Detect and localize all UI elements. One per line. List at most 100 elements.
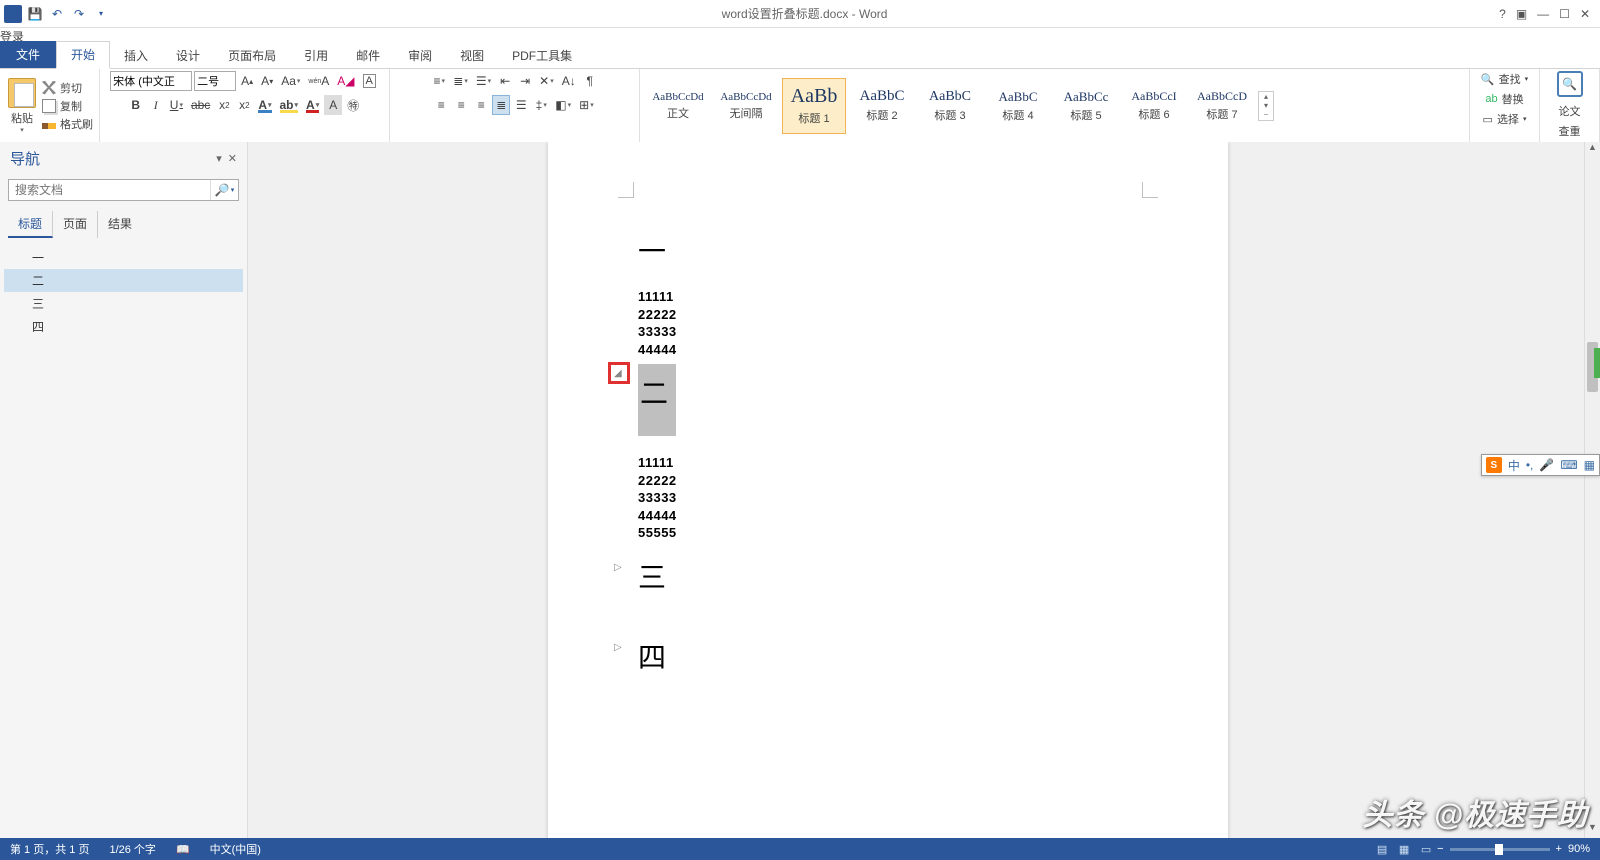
zoom-slider-knob[interactable]	[1495, 844, 1503, 855]
style-item[interactable]: AaBbC标题 2	[850, 78, 914, 134]
body-text[interactable]: 11111	[638, 454, 1138, 472]
qat-more-icon[interactable]: ▾	[92, 5, 110, 23]
ribbon-display-icon[interactable]: ▣	[1516, 7, 1527, 21]
expand-handle-icon[interactable]: ▷	[614, 642, 622, 653]
plagiarism-check-button[interactable]: 🔍 论文 查重	[1546, 71, 1593, 140]
asian-layout-button[interactable]: ✕▾	[536, 71, 557, 91]
zoom-slider[interactable]	[1450, 848, 1550, 851]
maximize-icon[interactable]: ☐	[1559, 7, 1570, 21]
style-item[interactable]: AaBbCcI标题 6	[1122, 78, 1186, 134]
zoom-out-button[interactable]: −	[1437, 843, 1443, 855]
align-center-button[interactable]: ≡	[452, 95, 470, 115]
nav-close-icon[interactable]: ✕	[228, 152, 237, 165]
show-hide-button[interactable]: ¶	[581, 71, 599, 91]
close-icon[interactable]: ✕	[1580, 7, 1590, 21]
font-size-input[interactable]	[194, 71, 236, 91]
tab-pdf[interactable]: PDF工具集	[498, 43, 586, 68]
zoom-in-button[interactable]: +	[1556, 843, 1562, 855]
tab-mailings[interactable]: 邮件	[342, 43, 394, 68]
text-effects-button[interactable]: A▾	[255, 95, 274, 115]
change-case-button[interactable]: Aa▾	[278, 71, 303, 91]
body-text[interactable]: 22222	[638, 472, 1138, 490]
scroll-up-icon[interactable]: ▲	[1585, 142, 1600, 158]
nav-heading-item[interactable]: 四	[4, 315, 243, 338]
body-text[interactable]: 44444	[638, 341, 1138, 359]
nav-heading-item[interactable]: 一	[4, 246, 243, 269]
view-read-icon[interactable]: ▤	[1371, 843, 1393, 856]
nav-heading-item[interactable]: 三	[4, 292, 243, 315]
heading-1[interactable]: 一	[638, 230, 1138, 270]
tab-references[interactable]: 引用	[290, 43, 342, 68]
nav-dropdown-icon[interactable]: ▾	[216, 152, 222, 165]
body-text[interactable]: 33333	[638, 489, 1138, 507]
ime-punct-button[interactable]: •,	[1526, 458, 1534, 472]
ime-voice-icon[interactable]: 🎤	[1539, 458, 1554, 472]
line-spacing-button[interactable]: ‡▾	[532, 95, 550, 115]
ime-lang-button[interactable]: 中	[1508, 457, 1520, 474]
collapse-handle-icon[interactable]: ◢	[614, 368, 622, 379]
body-text[interactable]: 44444	[638, 507, 1138, 525]
view-print-icon[interactable]: ▦	[1393, 843, 1415, 856]
help-icon[interactable]: ?	[1499, 7, 1506, 21]
nav-heading-item[interactable]: 二	[4, 269, 243, 292]
tab-review[interactable]: 审阅	[394, 43, 446, 68]
font-name-input[interactable]	[110, 71, 192, 91]
search-input[interactable]	[9, 180, 210, 200]
numbering-button[interactable]: ≣▾	[450, 71, 471, 91]
align-right-button[interactable]: ≡	[472, 95, 490, 115]
distributed-button[interactable]: ☰	[512, 95, 530, 115]
nav-tab-results[interactable]: 结果	[98, 211, 142, 238]
font-color-button[interactable]: A▾	[303, 95, 322, 115]
subscript-button[interactable]: x2	[215, 95, 233, 115]
strikethrough-button[interactable]: abc	[188, 95, 213, 115]
save-icon[interactable]: 💾	[26, 5, 44, 23]
shrink-font-button[interactable]: A▾	[258, 71, 276, 91]
body-text[interactable]: 55555	[638, 524, 1138, 542]
bold-button[interactable]: B	[127, 95, 145, 115]
heading-2[interactable]: 二	[640, 379, 668, 410]
zoom-level[interactable]: 90%	[1568, 843, 1590, 855]
find-button[interactable]: 🔍查找▾	[1481, 71, 1528, 87]
increase-indent-button[interactable]: ⇥	[516, 71, 534, 91]
highlight-button[interactable]: ab▾	[277, 95, 302, 115]
align-left-button[interactable]: ≡	[432, 95, 450, 115]
cut-button[interactable]: 剪切	[42, 80, 93, 96]
page-content[interactable]: 一 11111222223333344444 ◢ 二 1111122222333…	[548, 142, 1228, 734]
sogou-icon[interactable]: S	[1486, 457, 1502, 473]
style-item[interactable]: AaBbCcDd无间隔	[714, 78, 778, 134]
ime-toolbar[interactable]: S 中 •, 🎤 ⌨ ▦	[1481, 454, 1600, 476]
status-word-count[interactable]: 1/26 个字	[99, 841, 165, 857]
nav-tab-pages[interactable]: 页面	[53, 211, 98, 238]
zoom-control[interactable]: − + 90%	[1437, 843, 1600, 855]
style-item[interactable]: AaBbC标题 3	[918, 78, 982, 134]
style-item[interactable]: AaBb标题 1	[782, 78, 846, 134]
borders-button[interactable]: ⊞▾	[576, 95, 597, 115]
bullets-button[interactable]: ≡▾	[430, 71, 448, 91]
enclose-characters-button[interactable]: ㊕	[344, 95, 362, 115]
ime-keyboard-icon[interactable]: ⌨	[1560, 458, 1577, 472]
tab-insert[interactable]: 插入	[110, 43, 162, 68]
sort-button[interactable]: A↓	[559, 71, 579, 91]
minimize-icon[interactable]: —	[1537, 7, 1549, 21]
status-page[interactable]: 第 1 页，共 1 页	[0, 841, 99, 857]
style-item[interactable]: AaBbC标题 4	[986, 78, 1050, 134]
document-area[interactable]: 一 11111222223333344444 ◢ 二 1111122222333…	[248, 142, 1600, 838]
tab-design[interactable]: 设计	[162, 43, 214, 68]
tab-file[interactable]: 文件	[0, 41, 56, 68]
superscript-button[interactable]: x2	[235, 95, 253, 115]
heading-4[interactable]: 四	[638, 643, 666, 674]
grow-font-button[interactable]: A▴	[238, 71, 256, 91]
style-item[interactable]: AaBbCcD标题 7	[1190, 78, 1254, 134]
heading-3[interactable]: 三	[638, 563, 666, 594]
redo-icon[interactable]: ↷	[70, 5, 88, 23]
format-painter-button[interactable]: 格式刷	[42, 116, 93, 132]
body-text[interactable]: 22222	[638, 306, 1138, 324]
status-spellcheck-icon[interactable]: 📖	[166, 843, 200, 856]
scroll-down-icon[interactable]: ▼	[1585, 822, 1600, 838]
character-shading-button[interactable]: A	[324, 95, 342, 115]
paste-button[interactable]: 粘贴 ▾	[6, 76, 38, 136]
tab-view[interactable]: 视图	[446, 43, 498, 68]
clear-formatting-button[interactable]: A◢	[334, 71, 357, 91]
select-button[interactable]: ▭选择▾	[1483, 111, 1527, 127]
justify-button[interactable]: ≣	[492, 95, 510, 115]
